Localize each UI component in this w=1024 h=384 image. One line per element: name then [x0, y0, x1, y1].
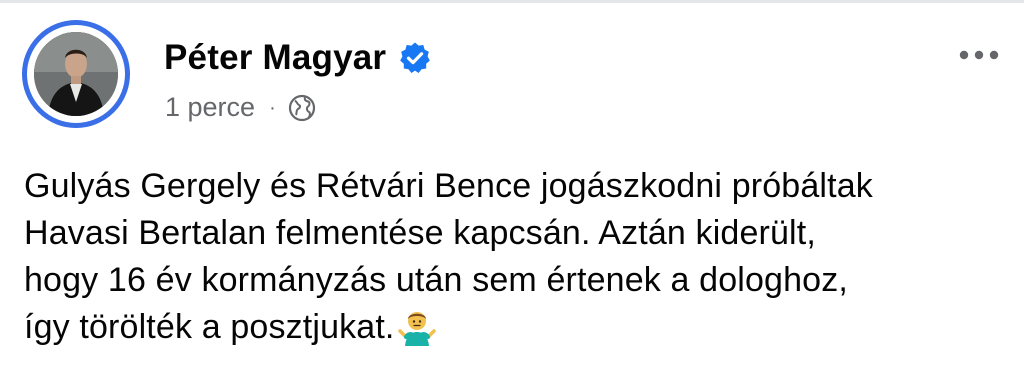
more-options-icon: [959, 50, 999, 60]
post-text-line: Havasi Bertalan felmentése kapcsán. Aztá…: [24, 214, 816, 252]
post-timestamp[interactable]: 1 perce: [165, 92, 255, 123]
more-options-button[interactable]: [954, 40, 1004, 70]
post-text-line: így törölték a posztjukat.: [24, 308, 395, 346]
globe-icon[interactable]: [288, 94, 316, 122]
post-body: Gulyás Gergely és Rétvári Bence jogászko…: [24, 163, 1004, 351]
author-row: Péter Magyar: [164, 38, 432, 78]
author-name[interactable]: Péter Magyar: [164, 38, 386, 78]
top-divider: [0, 0, 1024, 3]
post-text-line: Gulyás Gergely és Rétvári Bence jogászko…: [24, 167, 873, 205]
avatar-story-ring[interactable]: [22, 20, 130, 128]
shrugging-person-emoji-icon: [397, 306, 437, 346]
post-text-last-line: így törölték a posztjukat.: [24, 304, 1004, 351]
avatar-photo: [34, 32, 118, 116]
post-header: Péter Magyar 1 perce ·: [22, 20, 1012, 138]
post-text-line: hogy 16 év kormányzás után sem értenek a…: [24, 261, 848, 299]
verified-badge-icon: [398, 41, 432, 75]
meta-separator: ·: [269, 96, 276, 119]
post-meta: 1 perce ·: [165, 92, 316, 123]
avatar[interactable]: [34, 32, 118, 116]
